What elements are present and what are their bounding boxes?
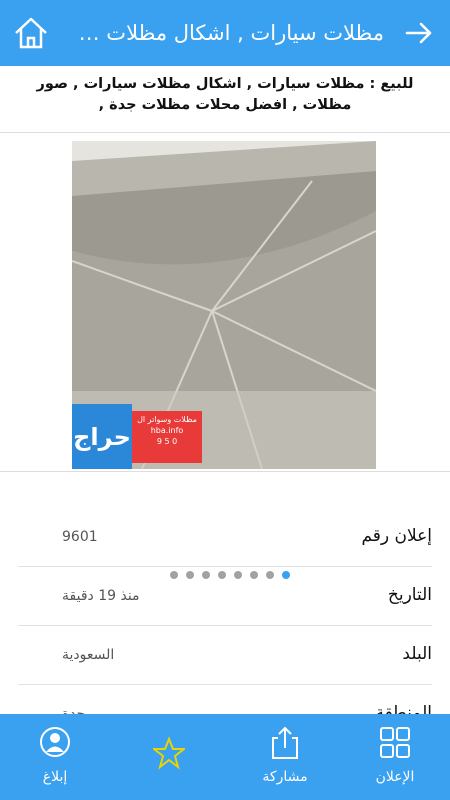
user-icon	[40, 727, 70, 757]
ad-photo[interactable]: حراج مظلات وسواتر ال hba.info 9 5 0	[72, 141, 376, 469]
tab-report-label: إبلاغ	[42, 769, 68, 785]
detail-value: 9601	[62, 529, 98, 545]
detail-label: إعلان رقم	[361, 526, 432, 546]
ad-subtitle: للبيع : مظلات سيارات , اشكال مظلات سيارا…	[36, 76, 414, 113]
tab-ad-label: الإعلان	[375, 769, 415, 785]
detail-label: البلد	[402, 644, 432, 664]
ad-details: إعلان رقم 9601 التاريخ منذ 19 دقيقة البل…	[18, 508, 432, 744]
detail-row-country: البلد السعودية	[18, 626, 432, 685]
bottom-navigation: الإعلان مشاركة إبلاغ	[0, 714, 450, 800]
arrow-right-icon[interactable]	[404, 18, 434, 48]
detail-value: منذ 19 دقيقة	[62, 588, 140, 604]
star-icon	[153, 736, 185, 770]
grid-icon	[380, 727, 410, 758]
app-bar: مظلات سيارات , اشكال مظلات سيارات , صور …	[0, 0, 450, 66]
promo-sticker: مظلات وسواتر ال hba.info 9 5 0	[132, 411, 202, 463]
tab-report[interactable]: إبلاغ	[10, 714, 100, 800]
detail-value: السعودية	[62, 647, 115, 663]
image-gallery[interactable]: حراج مظلات وسواتر ال hba.info 9 5 0	[0, 132, 450, 579]
tab-favorite[interactable]	[124, 714, 214, 800]
tab-share-label: مشاركة	[262, 769, 308, 785]
detail-label: التاريخ	[387, 585, 432, 605]
home-icon[interactable]	[12, 14, 50, 52]
detail-row-ad-number: إعلان رقم 9601	[18, 508, 432, 567]
detail-row-date: التاريخ منذ 19 دقيقة	[18, 567, 432, 626]
haraj-logo: حراج	[72, 404, 132, 469]
tab-share[interactable]: مشاركة	[240, 714, 330, 800]
share-icon	[272, 726, 298, 759]
page-title: مظلات سيارات , اشكال مظلات سيارات , صور …	[62, 21, 384, 45]
tab-ad[interactable]: الإعلان	[350, 714, 440, 800]
